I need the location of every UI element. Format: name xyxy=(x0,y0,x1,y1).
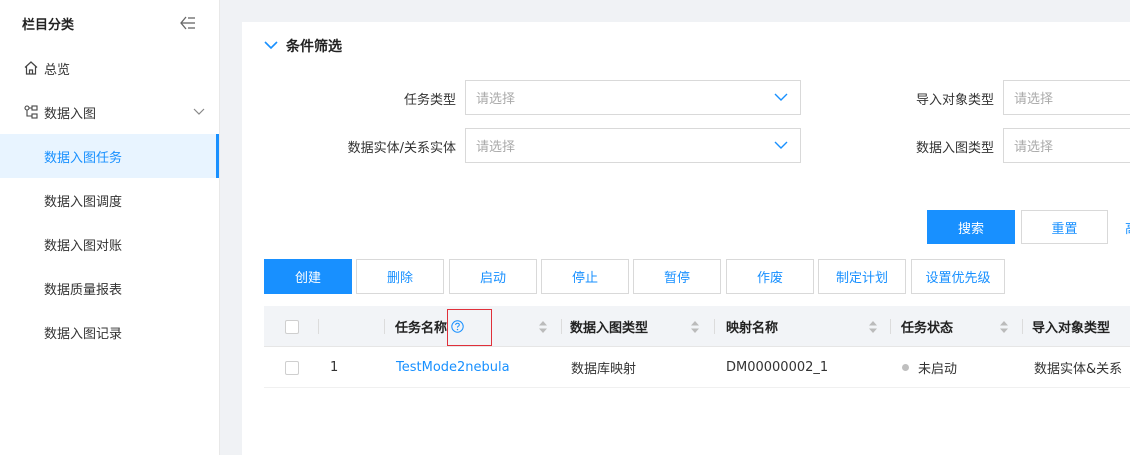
filter-title: 条件筛选 xyxy=(286,39,342,55)
import-type-select[interactable]: 请选择 xyxy=(1003,128,1130,163)
row-checkbox[interactable] xyxy=(285,347,299,388)
task-status-cell: 未启动 xyxy=(902,347,957,388)
start-button[interactable]: 启动 xyxy=(449,259,537,294)
table-row[interactable]: 1 TestMode2nebula 数据库映射 DM00000002_1 未启动… xyxy=(264,347,1130,388)
task-type-placeholder: 请选择 xyxy=(476,92,516,107)
column-divider xyxy=(714,319,715,334)
column-header-object-type: 导入对象类型 xyxy=(1032,321,1111,336)
chevron-down-icon xyxy=(774,139,788,154)
sort-icon[interactable] xyxy=(999,320,1009,334)
pause-button[interactable]: 暂停 xyxy=(633,259,721,294)
column-divider xyxy=(1022,319,1023,334)
sidebar-item-import-log[interactable]: 数据入图记录 xyxy=(0,310,219,354)
sidebar-header: 栏目分类 xyxy=(0,0,219,46)
entity-relation-placeholder: 请选择 xyxy=(476,140,516,155)
column-divider xyxy=(890,319,891,334)
create-button[interactable]: 创建 xyxy=(264,259,352,294)
collapse-sidebar-icon[interactable] xyxy=(179,14,197,32)
sidebar-item-import-schedule[interactable]: 数据入图调度 xyxy=(0,178,219,222)
column-header-mapping-name: 映射名称 xyxy=(726,321,779,336)
stop-button[interactable]: 停止 xyxy=(541,259,629,294)
sidebar-item-data-import[interactable]: 数据入图 xyxy=(0,90,219,134)
entity-relation-label: 数据实体/关系实体 xyxy=(347,141,456,156)
sort-icon[interactable] xyxy=(868,320,878,334)
reset-button[interactable]: 重置 xyxy=(1021,210,1108,244)
column-divider xyxy=(384,319,385,334)
highlight-box xyxy=(447,309,492,346)
sidebar-item-label: 数据入图任务 xyxy=(44,150,123,166)
task-type-label: 任务类型 xyxy=(403,93,456,108)
advanced-link[interactable]: 高 xyxy=(1125,218,1130,237)
search-button[interactable]: 搜索 xyxy=(927,210,1015,244)
chevron-down-icon xyxy=(774,91,788,106)
sidebar-item-label: 数据入图对账 xyxy=(44,238,123,254)
import-object-type-label: 导入对象类型 xyxy=(915,93,994,108)
column-header-import-type: 数据入图类型 xyxy=(570,321,649,336)
import-type-cell: 数据库映射 xyxy=(571,362,637,377)
filter-toggle[interactable]: 条件筛选 xyxy=(264,36,342,56)
sidebar-item-label: 数据入图 xyxy=(44,106,97,122)
set-priority-button[interactable]: 设置优先级 xyxy=(911,259,1005,294)
sidebar-item-label: 数据质量报表 xyxy=(44,282,123,298)
table-header: 任务名称 数据入图类型 映射名称 任务状态 导入对象类型 xyxy=(264,306,1130,347)
sidebar-item-label: 总览 xyxy=(44,62,71,78)
import-type-placeholder: 请选择 xyxy=(1014,140,1054,155)
task-type-select[interactable]: 请选择 xyxy=(465,80,801,115)
sidebar-item-label: 数据入图调度 xyxy=(44,194,123,210)
column-header-label: 任务名称 xyxy=(395,321,448,336)
sidebar: 栏目分类 总览 数据入图 数据入图任务 数据入图调度 数据入图对账 数据质量报表… xyxy=(0,0,220,455)
sidebar-item-label: 数据入图记录 xyxy=(44,326,123,342)
import-object-type-placeholder: 请选择 xyxy=(1014,92,1054,107)
sidebar-title: 栏目分类 xyxy=(22,17,75,33)
import-type-label: 数据入图类型 xyxy=(915,141,994,156)
graph-icon xyxy=(22,103,40,121)
home-icon xyxy=(22,59,40,77)
sidebar-item-import-task[interactable]: 数据入图任务 xyxy=(0,134,219,178)
chevron-down-icon xyxy=(193,105,205,120)
chevron-down-icon xyxy=(264,39,278,54)
sort-icon[interactable] xyxy=(538,320,548,334)
column-divider xyxy=(318,319,319,334)
sidebar-item-quality-report[interactable]: 数据质量报表 xyxy=(0,266,219,310)
mapping-name-cell: DM00000002_1 xyxy=(726,360,829,375)
make-plan-button[interactable]: 制定计划 xyxy=(818,259,906,294)
sort-icon[interactable] xyxy=(690,320,700,334)
object-type-cell: 数据实体&关系 xyxy=(1034,362,1123,377)
task-name-link[interactable]: TestMode2nebula xyxy=(396,347,510,388)
column-divider xyxy=(561,319,562,334)
delete-button[interactable]: 删除 xyxy=(356,259,444,294)
row-index: 1 xyxy=(330,360,339,375)
status-dot-icon xyxy=(902,364,909,371)
column-header-task-status: 任务状态 xyxy=(901,321,954,336)
void-button[interactable]: 作废 xyxy=(726,259,814,294)
select-all-checkbox[interactable] xyxy=(285,306,299,347)
main-panel: 条件筛选 任务类型 请选择 导入对象类型 请选择 数据实体/关系实体 请选择 数… xyxy=(242,22,1130,455)
sidebar-item-import-reconcile[interactable]: 数据入图对账 xyxy=(0,222,219,266)
import-object-type-select[interactable]: 请选择 xyxy=(1003,80,1130,115)
status-text: 未启动 xyxy=(918,362,958,377)
sidebar-item-overview[interactable]: 总览 xyxy=(0,46,219,90)
entity-relation-select[interactable]: 请选择 xyxy=(465,128,801,163)
